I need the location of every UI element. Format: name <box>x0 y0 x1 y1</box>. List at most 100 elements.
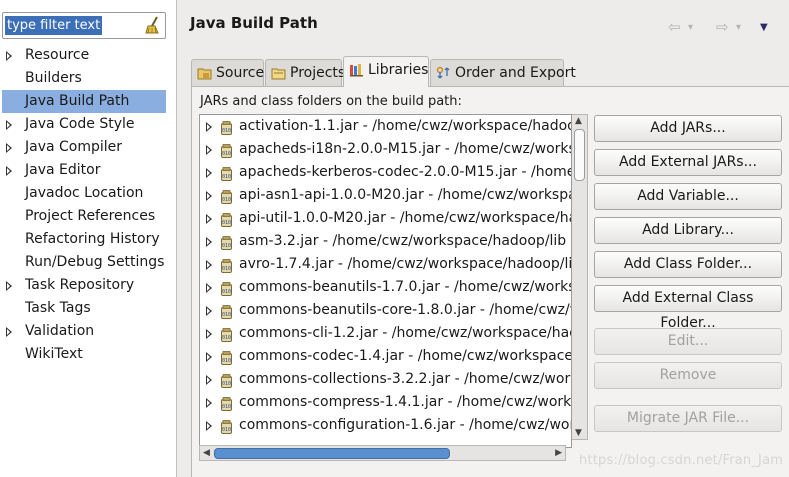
svg-text:010: 010 <box>222 312 231 318</box>
jar-list-item[interactable]: 010 api-asn1-api-1.0.0-M20.jar - /home/cw… <box>200 184 571 207</box>
remove-button[interactable]: Remove <box>594 362 782 389</box>
scroll-left-arrow-icon[interactable]: ◀ <box>203 448 210 458</box>
tree-item-refactoring-history[interactable]: Refactoring History <box>0 228 176 251</box>
watermark: https://blog.csdn.net/Fran_Jam <box>579 453 784 468</box>
jar-list-item[interactable]: 010 commons-beanutils-1.7.0.jar - /home/c… <box>200 276 571 299</box>
jar-list-item[interactable]: 010 activation-1.1.jar - /home/cwz/worksp… <box>200 115 571 138</box>
migrate-jar-file-button[interactable]: Migrate JAR File... <box>594 405 782 432</box>
expand-arrow-icon[interactable] <box>206 283 212 293</box>
jar-list-item[interactable]: 010 commons-codec-1.4.jar - /home/cwz/wor… <box>200 345 571 368</box>
tree-item-wikitext[interactable]: WikiText <box>0 343 176 366</box>
expand-arrow-icon[interactable] <box>206 329 212 339</box>
jar-list-item-label: commons-compress-1.4.1.jar - /home/cwz/w… <box>239 394 572 410</box>
tree-item-label: Java Code Style <box>25 116 135 132</box>
tree-item-project-references[interactable]: Project References <box>0 205 176 228</box>
vertical-scrollbar[interactable]: ▲ ▼ <box>572 114 588 440</box>
jar-list-item[interactable]: 010 apacheds-kerberos-codec-2.0.0-M15.jar… <box>200 161 571 184</box>
tree-item-task-repository[interactable]: Task Repository <box>0 274 176 297</box>
tab-order-and-export[interactable]: Order and Export <box>430 59 576 87</box>
filter-input-text[interactable]: type filter text <box>5 16 103 35</box>
jar-list-item-label: api-util-1.0.0-M20.jar - /home/cwz/works… <box>239 210 572 226</box>
tab-projects[interactable]: Projects <box>265 59 345 87</box>
jar-list-item[interactable]: 010 asm-3.2.jar - /home/cwz/workspace/had… <box>200 230 571 253</box>
jar-list-item[interactable]: 010 avro-1.7.4.jar - /home/cwz/workspace/… <box>200 253 571 276</box>
expand-arrow-icon[interactable] <box>206 260 212 270</box>
expand-arrow-icon[interactable] <box>6 120 12 130</box>
expand-arrow-icon[interactable] <box>206 145 212 155</box>
jar-list-item[interactable]: 010 apacheds-i18n-2.0.0-M15.jar - /home/c… <box>200 138 571 161</box>
libraries-icon <box>350 64 363 77</box>
tree-item-run-debug-settings[interactable]: Run/Debug Settings <box>0 251 176 274</box>
edit-button[interactable]: Edit... <box>594 328 782 355</box>
tree-item-validation[interactable]: Validation <box>0 320 176 343</box>
expand-arrow-icon[interactable] <box>6 51 12 61</box>
tree-item-java-editor[interactable]: Java Editor <box>0 159 176 182</box>
tree-item-label: Java Compiler <box>25 139 123 155</box>
add-library-button[interactable]: Add Library... <box>594 217 782 244</box>
tree-item-java-compiler[interactable]: Java Compiler <box>0 136 176 159</box>
expand-arrow-icon[interactable] <box>206 122 212 132</box>
tree-item-label: WikiText <box>25 346 83 362</box>
expand-arrow-icon[interactable] <box>206 237 212 247</box>
horizontal-scrollbar[interactable]: ◀ ▶ <box>199 445 566 461</box>
add-jars-button[interactable]: Add JARs... <box>594 115 782 142</box>
scroll-up-arrow-icon[interactable]: ▲ <box>575 116 582 126</box>
jar-list-item-label: commons-collections-3.2.2.jar - /home/cw… <box>239 371 571 387</box>
forward-arrow-icon[interactable]: ⇨ <box>716 18 729 36</box>
tab-libraries[interactable]: Libraries <box>343 56 429 87</box>
expand-arrow-icon[interactable] <box>6 281 12 291</box>
svg-text:010: 010 <box>222 151 231 157</box>
tree-item-resource[interactable]: Resource <box>0 44 176 67</box>
clear-filter-icon[interactable] <box>144 16 162 35</box>
add-variable-button[interactable]: Add Variable... <box>594 183 782 210</box>
jar-list-item[interactable]: 010 commons-collections-3.2.2.jar - /home… <box>200 368 571 391</box>
tree-item-java-code-style[interactable]: Java Code Style <box>0 113 176 136</box>
expand-arrow-icon[interactable] <box>206 306 212 316</box>
jar-file-icon: 010 <box>221 212 232 227</box>
tree-item-label: Java Editor <box>25 162 101 178</box>
scroll-right-arrow-icon[interactable]: ▶ <box>555 448 562 458</box>
expand-arrow-icon[interactable] <box>206 352 212 362</box>
tree-item-label: Builders <box>25 70 82 86</box>
jar-file-icon: 010 <box>221 350 232 365</box>
vertical-scroll-thumb[interactable] <box>574 129 585 181</box>
jar-list-item[interactable]: 010 commons-compress-1.4.1.jar - /home/cw… <box>200 391 571 414</box>
add-class-folder-button[interactable]: Add Class Folder... <box>594 251 782 278</box>
tree-item-task-tags[interactable]: Task Tags <box>0 297 176 320</box>
expand-arrow-icon[interactable] <box>206 191 212 201</box>
jar-list-item[interactable]: 010 commons-beanutils-core-1.8.0.jar - /h… <box>200 299 571 322</box>
add-external-jars-button[interactable]: Add External JARs... <box>594 149 782 176</box>
expand-arrow-icon[interactable] <box>206 214 212 224</box>
expand-arrow-icon[interactable] <box>206 168 212 178</box>
tree-item-label: Resource <box>25 47 90 63</box>
jar-list[interactable]: 010 activation-1.1.jar - /home/cwz/worksp… <box>199 114 572 448</box>
svg-text:010: 010 <box>222 381 231 387</box>
chevron-down-icon[interactable]: ▾ <box>736 22 741 33</box>
tree-item-java-build-path[interactable]: Java Build Path <box>2 90 166 113</box>
expand-arrow-icon[interactable] <box>6 327 12 337</box>
back-arrow-icon[interactable]: ⇦ <box>668 18 681 36</box>
tab-source[interactable]: Source <box>191 59 264 87</box>
jar-file-icon: 010 <box>221 143 232 158</box>
view-menu-icon[interactable]: ▼ <box>760 22 768 33</box>
source-folder-icon <box>197 68 212 80</box>
scroll-down-arrow-icon[interactable]: ▼ <box>575 428 582 438</box>
add-external-class-folder-button[interactable]: Add External Class Folder... <box>594 285 782 331</box>
expand-arrow-icon[interactable] <box>6 166 12 176</box>
chevron-down-icon[interactable]: ▾ <box>688 22 693 33</box>
jar-list-item[interactable]: 010 commons-configuration-1.6.jar - /home… <box>200 414 571 437</box>
expand-arrow-icon[interactable] <box>6 143 12 153</box>
jar-list-item[interactable]: 010 api-util-1.0.0-M20.jar - /home/cwz/wo… <box>200 207 571 230</box>
jar-list-item-label: api-asn1-api-1.0.0-M20.jar - /home/cwz/w… <box>239 187 571 203</box>
expand-arrow-icon[interactable] <box>206 421 212 431</box>
horizontal-scroll-thumb[interactable] <box>214 448 450 459</box>
svg-text:010: 010 <box>222 335 231 341</box>
jar-list-item-label: commons-configuration-1.6.jar - /home/cw… <box>239 417 571 433</box>
tree-item-builders[interactable]: Builders <box>0 67 176 90</box>
jar-list-item[interactable]: 010 commons-cli-1.2.jar - /home/cwz/works… <box>200 322 571 345</box>
filter-input[interactable]: type filter text <box>2 12 166 39</box>
expand-arrow-icon[interactable] <box>206 398 212 408</box>
svg-text:010: 010 <box>222 243 231 249</box>
tree-item-javadoc-location[interactable]: Javadoc Location <box>0 182 176 205</box>
expand-arrow-icon[interactable] <box>206 375 212 385</box>
